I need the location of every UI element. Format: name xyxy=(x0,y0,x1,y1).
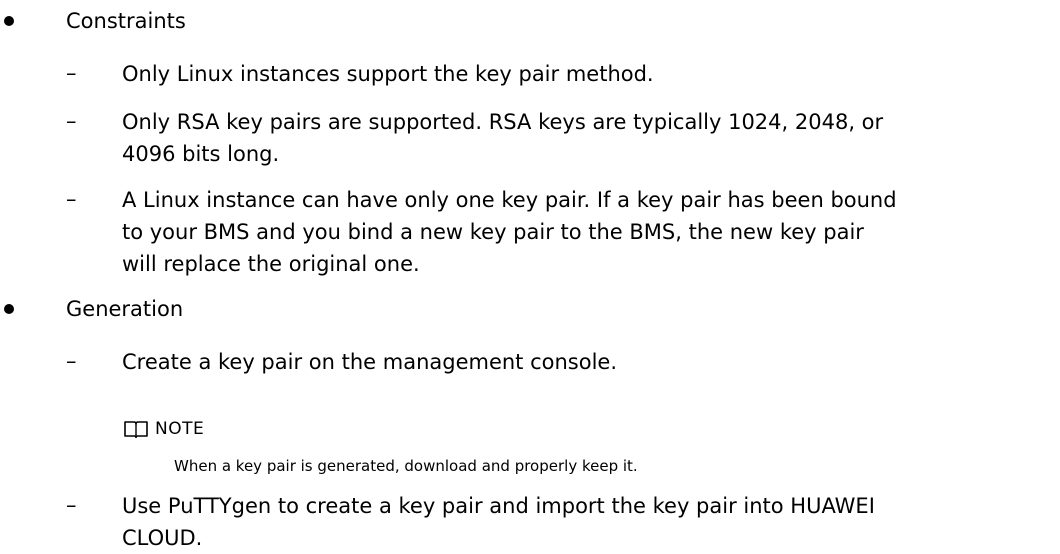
book-icon xyxy=(124,421,148,438)
dash-marker: – xyxy=(66,493,77,517)
sub-item-text: Only RSA key pairs are supported. RSA ke… xyxy=(122,110,884,166)
bullet-item-generation: Generation xyxy=(0,294,1060,328)
dash-marker: – xyxy=(66,109,77,133)
section-heading: Constraints xyxy=(66,9,186,33)
document-page: Constraints – Only Linux instances suppo… xyxy=(0,0,1060,554)
bullet-marker xyxy=(4,16,14,26)
dash-marker: – xyxy=(66,349,77,373)
sub-item-text: Create a key pair on the management cons… xyxy=(122,350,618,374)
sub-item-text: Use PuTTYgen to create a key pair and im… xyxy=(122,494,875,550)
note-text: When a key pair is generated, download a… xyxy=(174,457,638,475)
sub-item-text: Only Linux instances support the key pai… xyxy=(122,62,654,86)
sub-item-text: A Linux instance can have only one key p… xyxy=(122,188,897,276)
bullet-item-constraints: Constraints xyxy=(0,6,1060,40)
section-heading: Generation xyxy=(66,297,184,321)
note-label: NOTE xyxy=(155,419,205,439)
bullet-marker xyxy=(4,304,14,314)
dash-marker: – xyxy=(66,187,77,211)
dash-marker: – xyxy=(66,61,77,85)
